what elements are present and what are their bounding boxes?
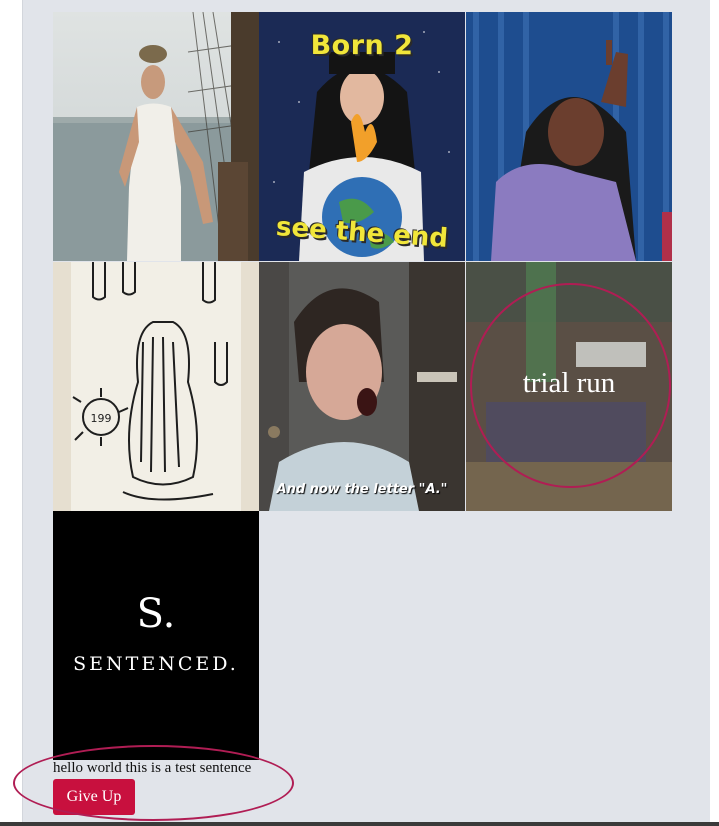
singer-pointing-image bbox=[466, 12, 672, 261]
gif-tile-man-on-boat[interactable] bbox=[53, 12, 259, 261]
meme-caption-top: Born 2 bbox=[310, 30, 414, 61]
man-on-boat-image bbox=[53, 12, 259, 261]
sketch-image: 199 bbox=[53, 262, 259, 511]
gif-tile-singer-pointing-up[interactable] bbox=[466, 12, 672, 261]
svg-text:199: 199 bbox=[91, 412, 112, 425]
window-edge bbox=[710, 0, 719, 822]
annotation-circle-footer bbox=[13, 745, 294, 821]
gif-tile-sketch-creature[interactable]: 199 bbox=[53, 262, 259, 511]
video-subtitle: And now the letter "A." bbox=[276, 482, 448, 497]
gif-tile-born-2-see-the-end[interactable]: Born 2 see the end bbox=[259, 12, 465, 261]
woman-shouting-image bbox=[259, 262, 465, 511]
gif-tile-woman-shouting[interactable]: And now the letter "A." bbox=[259, 262, 465, 511]
bottom-divider bbox=[0, 822, 719, 826]
annotation-circle-trial-run bbox=[470, 283, 671, 488]
title-word: SENTENCED. bbox=[73, 653, 239, 675]
title-letter: S. bbox=[136, 591, 176, 637]
gif-tile-sentenced[interactable]: S. SENTENCED. bbox=[53, 511, 259, 760]
